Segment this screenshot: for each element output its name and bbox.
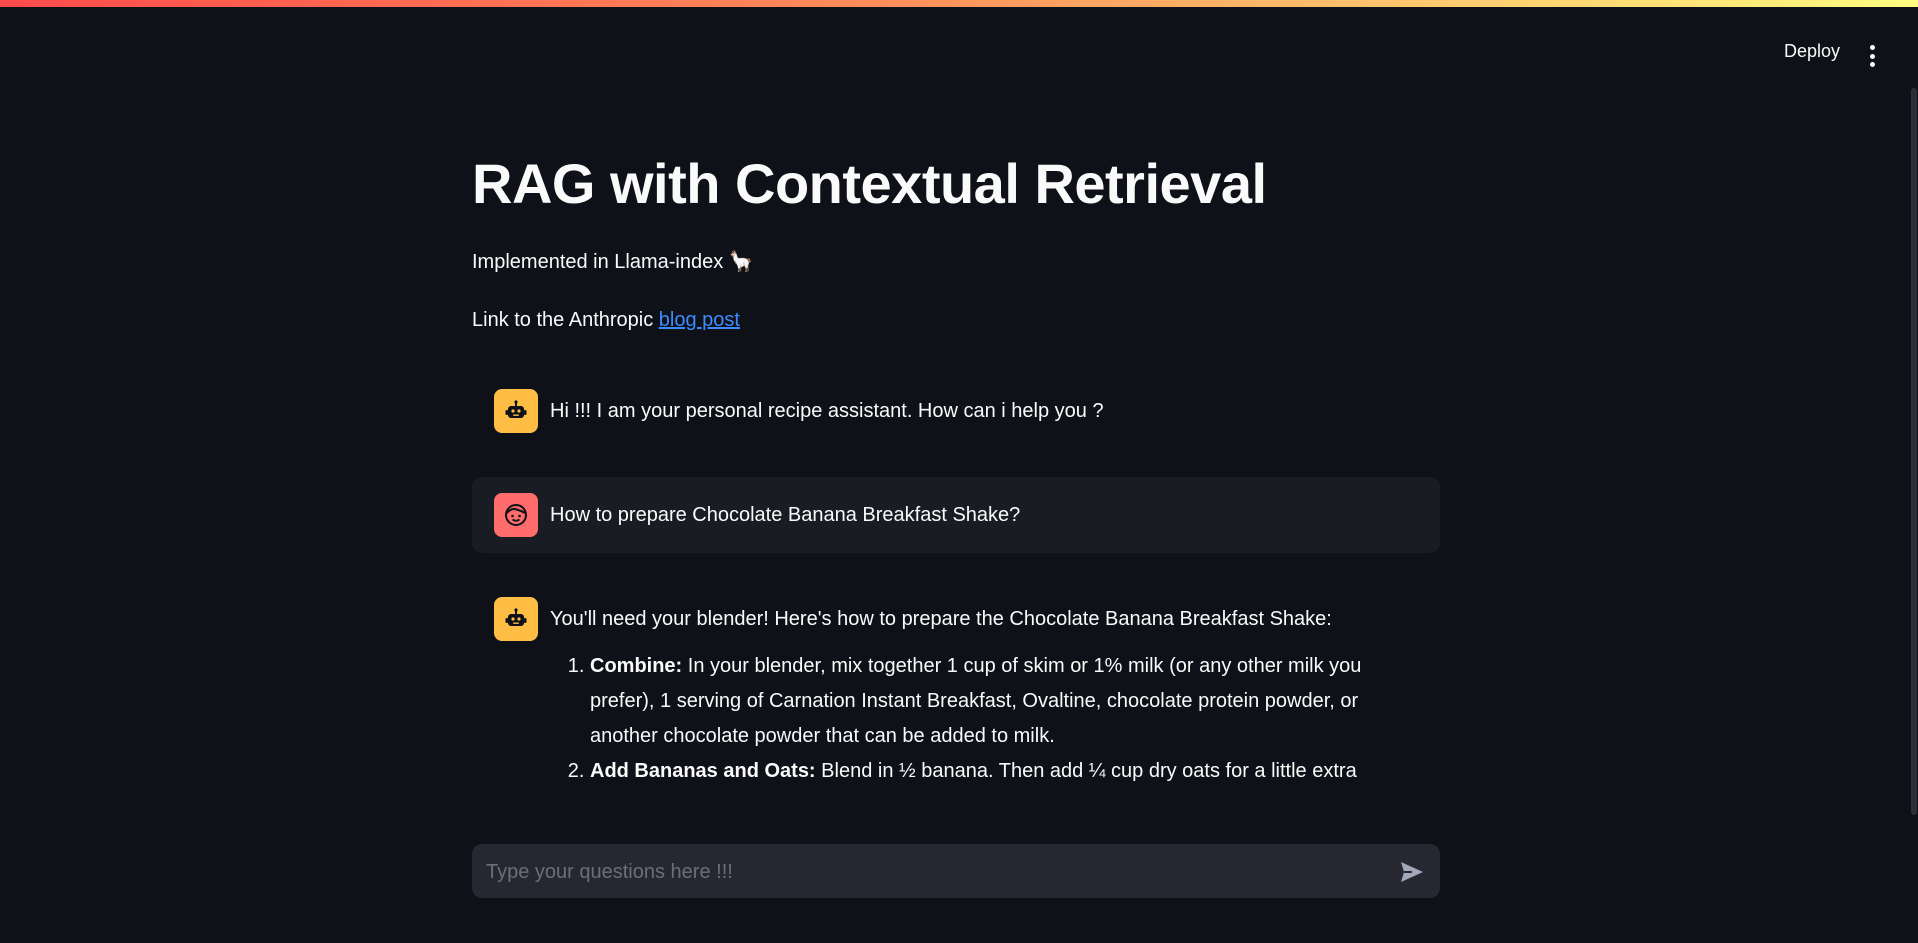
robot-face-icon: [494, 389, 538, 434]
chat-messages: Hi !!! I am your personal recipe assista…: [472, 373, 1440, 805]
scrollbar[interactable]: [1911, 88, 1917, 815]
message-content: You'll need your blender! Here's how to …: [550, 597, 1410, 789]
link-prefix: Link to the Anthropic: [472, 309, 659, 332]
chat-input[interactable]: [484, 844, 1368, 900]
menu-dot: [1869, 45, 1875, 50]
main-content: RAG with Contextual Retrieval Implemente…: [472, 150, 1440, 805]
list-item: Combine: In your blender, mix together 1…: [590, 649, 1410, 754]
top-decoration-bar: [0, 0, 1918, 7]
message-content: How to prepare Chocolate Banana Breakfas…: [550, 493, 1020, 533]
blog-post-link[interactable]: blog post: [659, 309, 740, 331]
step-text: In your blender, mix together 1 cup of s…: [590, 655, 1362, 748]
message-text: You'll need your blender! Here's how to …: [550, 608, 1332, 631]
app-header: Deploy: [0, 7, 1918, 103]
message-text: How to prepare Chocolate Banana Breakfas…: [550, 504, 1021, 527]
blog-link-line: Link to the Anthropic blog post: [472, 307, 1440, 333]
recipe-steps-list: Combine: In your blender, mix together 1…: [550, 649, 1410, 789]
menu-dot: [1869, 53, 1875, 59]
chat-message-user: How to prepare Chocolate Banana Breakfas…: [472, 477, 1440, 554]
deploy-button[interactable]: Deploy: [1784, 41, 1840, 62]
chat-message-assistant: Hi !!! I am your personal recipe assista…: [472, 373, 1440, 449]
send-arrow-icon[interactable]: [1398, 858, 1426, 886]
page-subtitle: Implemented in Llama-index 🦙: [472, 251, 754, 274]
chat-input-container: [472, 844, 1440, 900]
step-text: Blend in ½ banana. Then add ¼ cup dry oa…: [815, 760, 1357, 783]
step-heading: Add Bananas and Oats:: [590, 760, 816, 783]
step-heading: Combine:: [590, 655, 683, 678]
page-title: RAG with Contextual Retrieval: [472, 152, 1267, 215]
smiling-face-icon: [494, 493, 538, 538]
message-content: Hi !!! I am your personal recipe assista…: [550, 389, 1104, 429]
robot-face-icon: [494, 597, 538, 642]
message-text: Hi !!! I am your personal recipe assista…: [550, 400, 1104, 423]
kebab-menu-icon[interactable]: [1868, 45, 1876, 67]
list-item: Add Bananas and Oats: Blend in ½ banana.…: [590, 754, 1410, 789]
chat-message-assistant: You'll need your blender! Here's how to …: [472, 581, 1440, 805]
menu-dot: [1869, 62, 1875, 67]
